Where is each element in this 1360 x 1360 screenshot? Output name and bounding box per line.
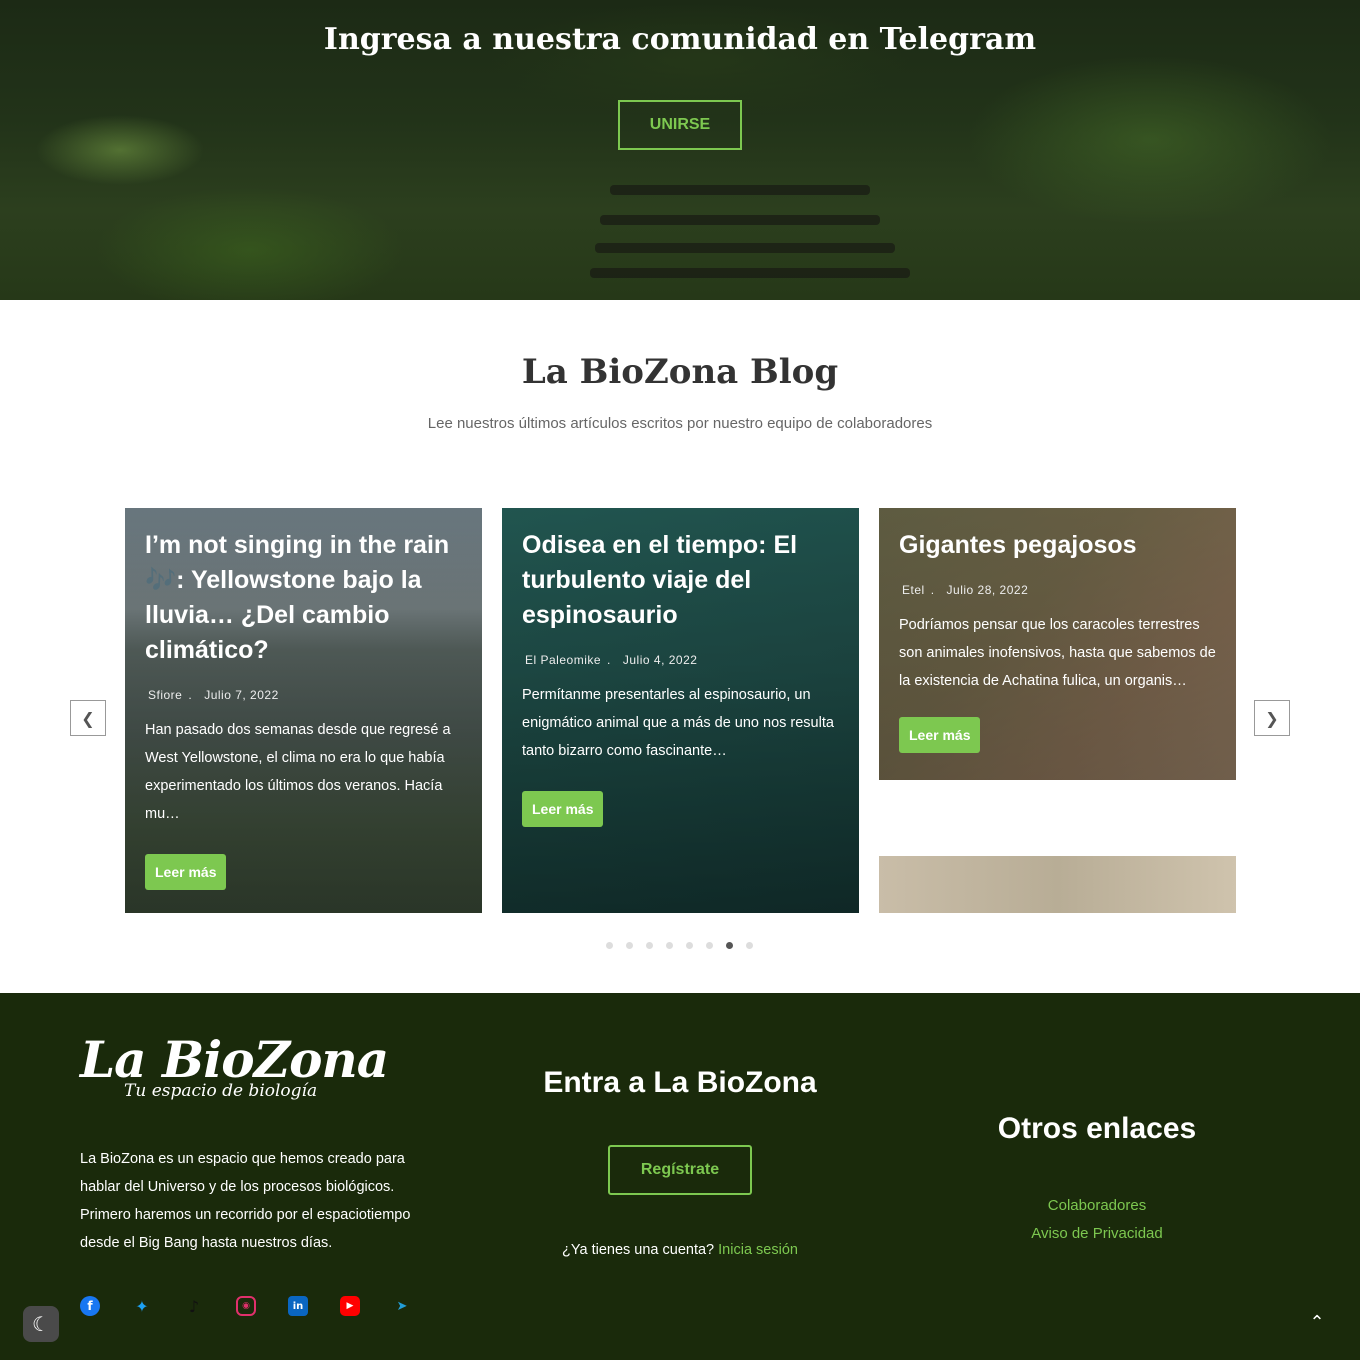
blog-post-card[interactable]: Gigantes pegajosos Etel. Julio 28, 2022 P… <box>879 508 1236 780</box>
login-link[interactable]: Inicia sesión <box>718 1242 798 1258</box>
post-excerpt: Podríamos pensar que los caracoles terre… <box>899 617 1216 689</box>
hero-bg-step <box>610 185 870 195</box>
telegram-hero-banner: Ingresa a nuestra comunidad en Telegram … <box>0 0 1360 300</box>
telegram-icon[interactable]: ➤ <box>392 1296 412 1316</box>
hero-bg-step <box>590 268 910 278</box>
carousel-prev-button[interactable]: ❮ <box>70 700 106 736</box>
blog-section-title: La BioZona Blog <box>521 352 839 392</box>
post-date: Julio 7, 2022 <box>204 688 279 702</box>
meta-separator: . <box>188 688 193 702</box>
read-more-button[interactable]: Leer más <box>522 791 604 827</box>
blog-post-card[interactable]: I’m not singing in the rain 🎶: Yellowsto… <box>125 508 482 913</box>
post-author[interactable]: Sfiore <box>148 688 182 702</box>
post-title[interactable]: Odisea en el tiempo: El turbulento viaje… <box>522 528 839 633</box>
post-meta: Sfiore. Julio 7, 2022 <box>145 688 462 702</box>
hero-bg-step <box>600 215 880 225</box>
chevron-up-icon: ⌃ <box>1309 1311 1325 1333</box>
chevron-left-icon: ❮ <box>81 708 95 728</box>
carousel-dot[interactable] <box>646 942 653 949</box>
post-title[interactable]: I’m not singing in the rain 🎶: Yellowsto… <box>145 528 462 668</box>
facebook-icon[interactable]: f <box>80 1296 100 1316</box>
carousel-dot[interactable] <box>606 942 613 949</box>
read-more-button[interactable]: Leer más <box>899 717 981 753</box>
post-meta: El Paleomike. Julio 4, 2022 <box>522 653 839 667</box>
carousel-pagination <box>606 942 753 949</box>
post-author[interactable]: Etel <box>902 583 925 597</box>
carousel-dot[interactable] <box>626 942 633 949</box>
carousel-dot[interactable] <box>746 942 753 949</box>
site-logo[interactable]: La BioZona Tu espacio de biología <box>80 1030 389 1101</box>
footer-description: La BioZona es un espacio que hemos cread… <box>80 1151 411 1251</box>
post-date: Julio 28, 2022 <box>946 583 1029 597</box>
meta-separator: . <box>607 653 611 667</box>
post-date: Julio 4, 2022 <box>622 653 698 667</box>
carousel-dot[interactable] <box>726 942 733 949</box>
login-prompt-text: ¿Ya tienes una cuenta? <box>562 1242 715 1258</box>
carousel-dot[interactable] <box>666 942 673 949</box>
linkedin-icon[interactable]: in <box>288 1296 308 1316</box>
moon-icon: ☾ <box>32 1312 50 1336</box>
hero-bg-step <box>595 243 895 253</box>
instagram-icon[interactable]: ◉ <box>236 1296 256 1316</box>
link-aviso-privacidad[interactable]: Aviso de Privacidad <box>960 1220 1234 1248</box>
carousel-dot[interactable] <box>686 942 693 949</box>
post-excerpt: Han pasado dos semanas desde que regresé… <box>145 722 451 822</box>
hero-title: Ingresa a nuestra comunidad en Telegram <box>323 22 1037 57</box>
card-image-fragment <box>879 856 1236 913</box>
blog-post-card[interactable]: Odisea en el tiempo: El turbulento viaje… <box>502 508 859 913</box>
login-prompt: ¿Ya tienes una cuenta? Inicia sesión <box>480 1242 880 1258</box>
social-links: f ✦ ♪ ◉ in ▶ ➤ <box>80 1296 412 1316</box>
footer-cta-title: Entra a La BioZona <box>543 1066 817 1099</box>
join-telegram-button[interactable]: UNIRSE <box>618 100 742 150</box>
blog-section-subtitle: Lee nuestros últimos artículos escritos … <box>427 415 933 432</box>
other-links-list: Colaboradores Aviso de Privacidad <box>960 1192 1234 1248</box>
post-excerpt: Permítanme presentarles al espinosaurio,… <box>522 687 834 759</box>
dark-mode-toggle[interactable]: ☾ <box>23 1306 59 1342</box>
link-colaboradores[interactable]: Colaboradores <box>960 1192 1234 1220</box>
twitter-icon[interactable]: ✦ <box>132 1296 152 1316</box>
register-button[interactable]: Regístrate <box>608 1145 752 1195</box>
meta-separator: . <box>930 583 935 597</box>
chevron-right-icon: ❯ <box>1265 708 1279 728</box>
post-title[interactable]: Gigantes pegajosos <box>899 528 1216 563</box>
tiktok-icon[interactable]: ♪ <box>184 1296 204 1316</box>
carousel-dot[interactable] <box>706 942 713 949</box>
post-meta: Etel. Julio 28, 2022 <box>899 583 1216 597</box>
carousel-next-button[interactable]: ❯ <box>1254 700 1290 736</box>
youtube-icon[interactable]: ▶ <box>340 1296 360 1316</box>
post-author[interactable]: El Paleomike <box>525 653 601 667</box>
scroll-to-top-button[interactable]: ⌃ <box>1305 1310 1329 1334</box>
other-links-title: Otros enlaces <box>997 1112 1197 1145</box>
read-more-button[interactable]: Leer más <box>145 854 227 890</box>
